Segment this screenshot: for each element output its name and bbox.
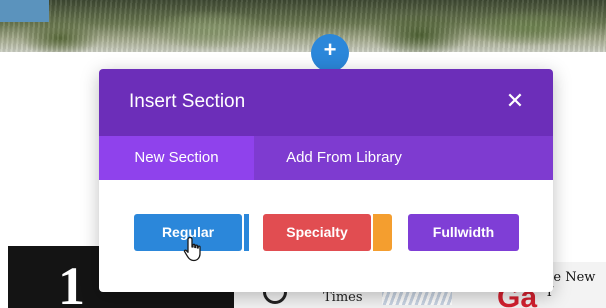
plus-icon: + (323, 37, 337, 62)
regular-section-edge (244, 214, 249, 251)
tab-new-section[interactable]: New Section (99, 136, 254, 180)
specialty-section-button[interactable]: Specialty (263, 214, 371, 251)
close-icon: ✕ (505, 88, 525, 113)
specialty-section-edge (373, 214, 392, 251)
modal-tabs: New Section Add From Library (99, 136, 553, 180)
tab-add-from-library[interactable]: Add From Library (254, 136, 434, 180)
close-button[interactable]: ✕ (501, 87, 529, 115)
hand-pointer-icon (183, 236, 201, 262)
news-times-text: Times (323, 290, 363, 305)
header-photo-texture (0, 0, 606, 52)
add-section-button[interactable]: + (311, 34, 349, 72)
modal-title: Insert Section (129, 91, 246, 112)
fullwidth-section-button[interactable]: Fullwidth (408, 214, 519, 251)
dark-block-glyph: 1 (58, 256, 85, 308)
blue-corner-tab (0, 0, 49, 22)
insert-section-modal: Insert Section ✕ New Section Add From Li… (99, 69, 553, 292)
modal-header: Insert Section ✕ (99, 69, 553, 136)
